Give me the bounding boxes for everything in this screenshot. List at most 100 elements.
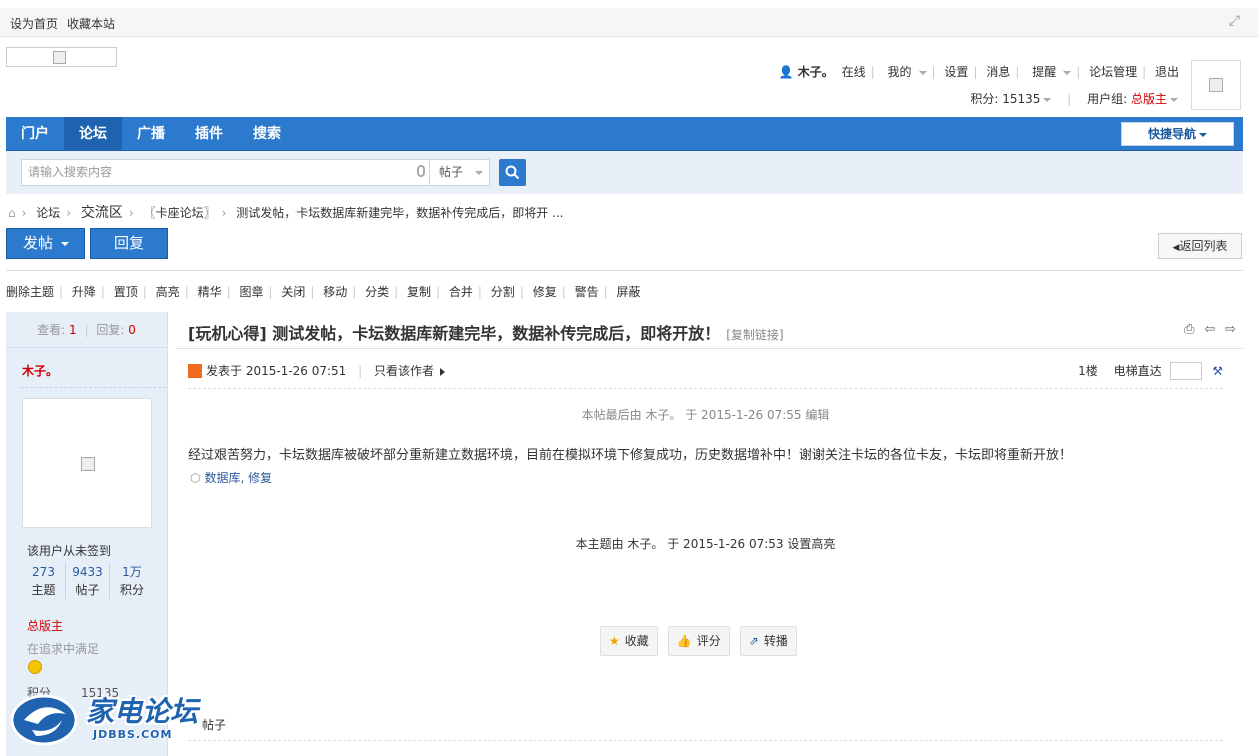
search-button[interactable] [499,159,526,186]
chevron-down-icon [61,241,70,246]
author-name[interactable]: 木子。 [22,362,58,379]
logout-link[interactable]: 退出 [1155,65,1179,79]
nav-item-search[interactable]: 搜索 [238,117,296,151]
search-input[interactable]: 请输入搜索内容 [21,159,430,186]
author-online-icon [188,364,202,378]
chevron-down-icon [1063,70,1072,75]
username-link[interactable]: 木子。 [798,65,834,79]
reply-button[interactable]: 回复 [90,228,168,259]
broken-image-icon [81,457,95,471]
forum-admin-link[interactable]: 论坛管理 [1089,65,1137,79]
chevron-down-icon [1043,97,1052,102]
thumbs-up-icon: 👍 [676,634,692,648]
top-utility-bar: 设为首页 收藏本站 ⤢ [0,8,1258,37]
edited-note: 本帖最后由 木子。 于 2015-1-26 07:55 编辑 [581,408,830,422]
home-icon[interactable]: ⌂ [8,206,16,220]
site-logo[interactable] [6,47,117,67]
online-status[interactable]: 在线 [842,65,866,79]
chevron-down-icon [1170,97,1178,102]
settings-link[interactable]: 设置 [944,65,968,79]
post-tags: ⬡ 数据库, 修复 [190,469,272,486]
divider [20,387,166,388]
floor-jump: 1楼 电梯直达 ⚒ [1078,362,1223,380]
moderator-toolbar: 删除主题 | 升降 | 置顶 | 高亮 | 精华 | 图章 | 关闭 | 移动 | 分类 | 复制… [6,285,641,299]
author-avatar[interactable] [22,398,152,528]
my-menu[interactable]: 我的 [884,65,927,79]
favorite-button[interactable]: ★ 收藏 [600,626,658,656]
copy-link[interactable]: [复制链接] [726,328,783,342]
mod-tool-highlight[interactable]: 高亮 [156,285,180,299]
nav-item-plugins[interactable]: 插件 [180,117,238,151]
print-icon[interactable]: ⎙ [1184,322,1194,337]
nav-item-forum[interactable]: 论坛 [64,117,122,151]
search-bar: 请输入搜索内容 帖子 [6,151,1243,194]
messages-link[interactable]: 消息 [986,65,1010,79]
breadcrumb: ⌂ › 论坛 › 交流区 › 〖卡座论坛〗 › 测试发帖，卡坛数据库新建完毕，数据补传完… [8,205,564,221]
group-menu[interactable]: 总版主 [1131,92,1178,106]
mod-tool-move[interactable]: 移动 [323,285,347,299]
author-stat[interactable]: 273 主题 [22,563,66,599]
mod-tool-close[interactable]: 关闭 [281,285,305,299]
sign-status: 该用户从未签到 [27,544,112,558]
mod-tool-digest[interactable]: 精华 [198,285,222,299]
avatar[interactable] [1191,60,1241,110]
breadcrumb-forum[interactable]: 论坛 [36,206,60,220]
share-button[interactable]: ⇗ 转播 [739,626,797,656]
post-date: 发表于 2015-1-26 07:51 [206,364,347,378]
mod-tool-repair[interactable]: 修复 [533,285,557,299]
back-to-list-button[interactable]: ◀返回列表 [1158,233,1242,259]
post-actions: ★ 收藏 👍 评分 ⇗ 转播 [600,626,807,656]
rate-button[interactable]: 👍 评分 [667,626,730,656]
next-thread-icon[interactable]: ⇨ [1225,322,1236,337]
thread-stats: 查看: 1 | 回复: 0 [6,312,167,348]
floor-jump-input[interactable] [1170,362,1203,380]
star-icon: ★ [609,634,620,648]
mod-tool-block[interactable]: 屏蔽 [616,285,640,299]
expand-icon[interactable]: ⤢ [1229,13,1240,29]
mod-tool-category[interactable]: 分类 [365,285,389,299]
post-content: 经过艰苦努力，卡坛数据库被破坏部分重新建立数据环境，目前在模拟环境下修复成功，历… [188,448,1073,463]
search-icon [505,165,520,180]
tag-links[interactable]: 数据库, 修复 [204,471,272,485]
remind-menu[interactable]: 提醒 [1028,65,1072,79]
chevron-down-icon [918,70,927,75]
bookmark-link[interactable]: 收藏本站 [67,17,115,31]
nav-item-portal[interactable]: 门户 [6,117,64,151]
mod-tool-split[interactable]: 分割 [491,285,515,299]
set-home-link[interactable]: 设为首页 [10,17,58,31]
wrench-icon[interactable]: ⚒ [1212,364,1223,378]
divider [176,348,1243,349]
microphone-icon[interactable] [417,165,425,177]
main-nav: 门户 论坛 广播 插件 搜索 快捷导航 [6,117,1243,151]
author-rank[interactable]: 总版主 [27,617,63,634]
prev-thread-icon[interactable]: ⇦ [1204,322,1215,337]
mod-tool-stamp[interactable]: 图章 [239,285,263,299]
user-menu: 👤 木子。 在线 | 我的 | 设置 | 消息 | 提醒 | 论坛管理 | 退出 [778,65,1179,79]
post-meta: 发表于 2015-1-26 07:51 | 只看该作者 [188,362,446,379]
new-post-button[interactable]: 发帖 [6,228,85,259]
group-label: 用户组: [1087,92,1128,106]
only-author-link[interactable]: 只看该作者 [374,364,446,378]
mod-tool-bump[interactable]: 升降 [72,285,96,299]
user-points-row: 积分: 15135 | 用户组: 总版主 [970,90,1178,107]
nav-item-broadcast[interactable]: 广播 [122,117,180,151]
breadcrumb-section[interactable]: 交流区 [81,205,123,221]
watermark-logo: 家电论坛 JDBBS.COM [8,690,203,750]
author-stat[interactable]: 9433 帖子 [66,563,110,599]
mod-tool-warn[interactable]: 警告 [575,285,599,299]
mod-tool-copy[interactable]: 复制 [407,285,431,299]
breadcrumb-board[interactable]: 〖卡座论坛〗 [144,206,216,220]
mod-tool-delete[interactable]: 删除主题 [6,285,54,299]
quick-nav-button[interactable]: 快捷导航 [1121,122,1234,146]
chevron-down-icon [475,170,484,175]
mod-tool-merge[interactable]: 合并 [449,285,473,299]
jump-label: 电梯直达 [1113,364,1162,378]
search-type-select[interactable]: 帖子 [430,159,490,186]
mod-tool-sticky[interactable]: 置顶 [114,285,138,299]
more-posts-label[interactable]: 帖子 [202,716,226,733]
divider [188,388,1223,389]
author-motto: 在追求中满足 [27,642,100,656]
author-stat[interactable]: 1万 积分 [110,563,154,599]
floor-number[interactable]: 1楼 [1078,364,1098,378]
points-menu[interactable]: 积分: 15135 [970,92,1052,106]
